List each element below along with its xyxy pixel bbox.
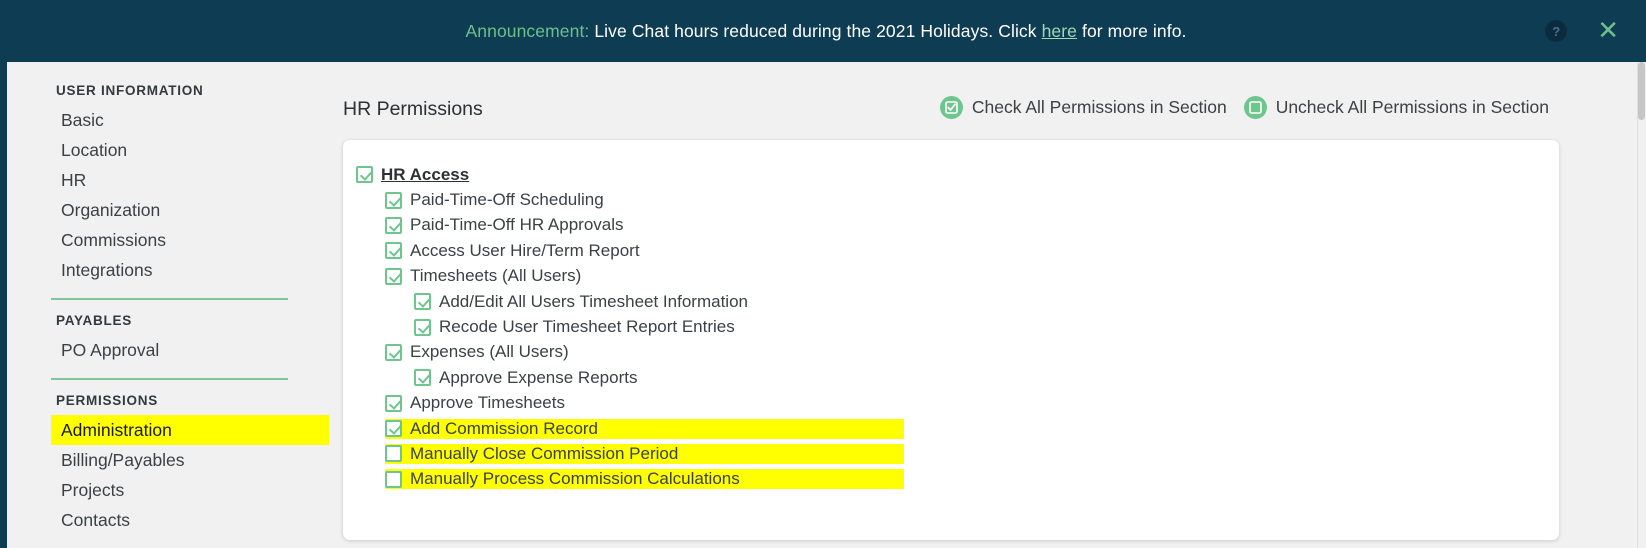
permission-row[interactable]: HR Access [343, 162, 1559, 187]
uncheck-all-permissions-label: Uncheck All Permissions in Section [1275, 97, 1549, 117]
permission-row[interactable]: Approve Expense Reports [343, 365, 1559, 390]
sidebar-section-permissions: PERMISSIONS Administration Billing/Payab… [7, 393, 329, 535]
check-all-icon [939, 96, 963, 119]
sidebar-section-payables: PAYABLES PO Approval [7, 313, 327, 365]
permission-checkbox[interactable] [385, 216, 402, 234]
sidebar-item-contacts[interactable]: Contacts [7, 505, 327, 535]
permission-checkbox[interactable] [414, 293, 431, 311]
main-content: HR Permissions Check All Permissions in … [327, 62, 1646, 548]
announcement-message-after: for more info. [1077, 20, 1187, 41]
sidebar-item-projects[interactable]: Projects [7, 475, 327, 505]
permission-row[interactable]: Add Commission Record [343, 416, 1559, 441]
announcement-label: Announcement: [465, 20, 590, 41]
permission-checkbox[interactable] [385, 420, 402, 438]
permission-label: Access User Hire/Term Report [410, 240, 640, 260]
app-window: Announcement: Live Chat hours reduced du… [0, 0, 1646, 548]
left-edge-rail [0, 0, 7, 548]
permission-row[interactable]: Manually Process Commission Calculations [343, 467, 1559, 492]
permission-row[interactable]: Timesheets (All Users) [343, 264, 1559, 289]
permission-row[interactable]: Access User Hire/Term Report [343, 238, 1559, 263]
sidebar-divider-2 [51, 378, 288, 380]
permission-checkbox[interactable] [385, 470, 402, 488]
permission-checkbox[interactable] [385, 394, 402, 412]
permission-label: Approve Expense Reports [439, 367, 638, 387]
sidebar-item-billing-payables[interactable]: Billing/Payables [7, 445, 327, 475]
sidebar-item-organization[interactable]: Organization [7, 195, 327, 225]
sidebar-section-user-information: USER INFORMATION Basic Location HR Organ… [7, 83, 327, 285]
close-icon[interactable]: ✕ [1597, 18, 1619, 44]
permission-row[interactable]: Paid-Time-Off Scheduling [343, 187, 1559, 212]
announcement-banner: Announcement: Live Chat hours reduced du… [6, 0, 1646, 62]
permission-label: Manually Close Commission Period [410, 443, 679, 463]
permission-checkbox[interactable] [385, 191, 402, 209]
main-header: HR Permissions Check All Permissions in … [327, 62, 1646, 120]
sidebar-item-po-approval[interactable]: PO Approval [7, 335, 327, 365]
question-mark-icon[interactable]: ? [1545, 20, 1568, 42]
permission-label: Paid-Time-Off HR Approvals [410, 215, 624, 235]
announcement-message-before: Live Chat hours reduced during the 2021 … [589, 20, 1042, 41]
permission-row[interactable]: Approve Timesheets [343, 391, 1559, 416]
permission-label: Timesheets (All Users) [410, 266, 582, 286]
permission-checkbox[interactable] [385, 267, 402, 285]
permission-checkbox[interactable] [356, 166, 373, 184]
permission-label: Add/Edit All Users Timesheet Information [439, 291, 748, 311]
permissions-tree: HR Access Paid-Time-Off Scheduling Paid-… [343, 162, 1559, 492]
page-title: HR Permissions [343, 98, 483, 120]
sidebar-divider-1 [51, 298, 288, 300]
sidebar-item-hr[interactable]: HR [7, 165, 327, 195]
permission-label: HR Access [381, 164, 470, 184]
permission-label: Manually Process Commission Calculations [410, 469, 740, 489]
permissions-card: HR Access Paid-Time-Off Scheduling Paid-… [343, 140, 1559, 540]
permission-checkbox[interactable] [385, 445, 402, 463]
sidebar-section-title: PAYABLES [56, 313, 133, 328]
sidebar-nav: USER INFORMATION Basic Location HR Organ… [7, 62, 329, 548]
page-scrollbar-thumb[interactable] [1638, 62, 1645, 120]
check-all-permissions-label: Check All Permissions in Section [971, 97, 1227, 117]
sidebar-item-location[interactable]: Location [7, 135, 327, 165]
permission-row[interactable]: Paid-Time-Off HR Approvals [343, 213, 1559, 238]
permission-row[interactable]: Recode User Timesheet Report Entries [343, 314, 1559, 339]
sidebar-item-administration[interactable]: Administration [51, 415, 329, 445]
permission-row[interactable]: Manually Close Commission Period [343, 441, 1559, 466]
announcement-actions: ? ✕ [1545, 0, 1646, 62]
announcement-here-link[interactable]: here [1042, 21, 1077, 41]
sidebar-item-integrations[interactable]: Integrations [7, 255, 327, 285]
permission-row[interactable]: Add/Edit All Users Timesheet Information [343, 289, 1559, 314]
permission-label: Recode User Timesheet Report Entries [439, 317, 735, 337]
permission-label: Expenses (All Users) [410, 342, 569, 362]
permission-label: Approve Timesheets [410, 393, 565, 413]
sidebar-section-title: PERMISSIONS [56, 393, 159, 408]
sidebar-section-title: USER INFORMATION [56, 83, 204, 98]
announcement-text: Announcement: Live Chat hours reduced du… [466, 21, 1187, 42]
permission-checkbox[interactable] [385, 343, 402, 361]
uncheck-all-permissions-button[interactable]: Uncheck All Permissions in Section [1243, 96, 1549, 119]
uncheck-all-icon [1243, 96, 1267, 119]
permission-row[interactable]: Expenses (All Users) [343, 340, 1559, 365]
permission-checkbox[interactable] [414, 318, 431, 336]
body-area: USER INFORMATION Basic Location HR Organ… [7, 62, 1646, 548]
permission-checkbox[interactable] [414, 369, 431, 387]
permission-checkbox[interactable] [385, 242, 402, 260]
permission-label: Paid-Time-Off Scheduling [410, 190, 604, 210]
permission-label: Add Commission Record [410, 418, 599, 438]
page-scrollbar[interactable] [1637, 62, 1646, 548]
bulk-actions: Check All Permissions in Section Uncheck… [939, 96, 1549, 119]
sidebar-item-commissions[interactable]: Commissions [7, 225, 327, 255]
sidebar-item-basic[interactable]: Basic [7, 105, 327, 135]
check-all-permissions-button[interactable]: Check All Permissions in Section [939, 96, 1227, 119]
